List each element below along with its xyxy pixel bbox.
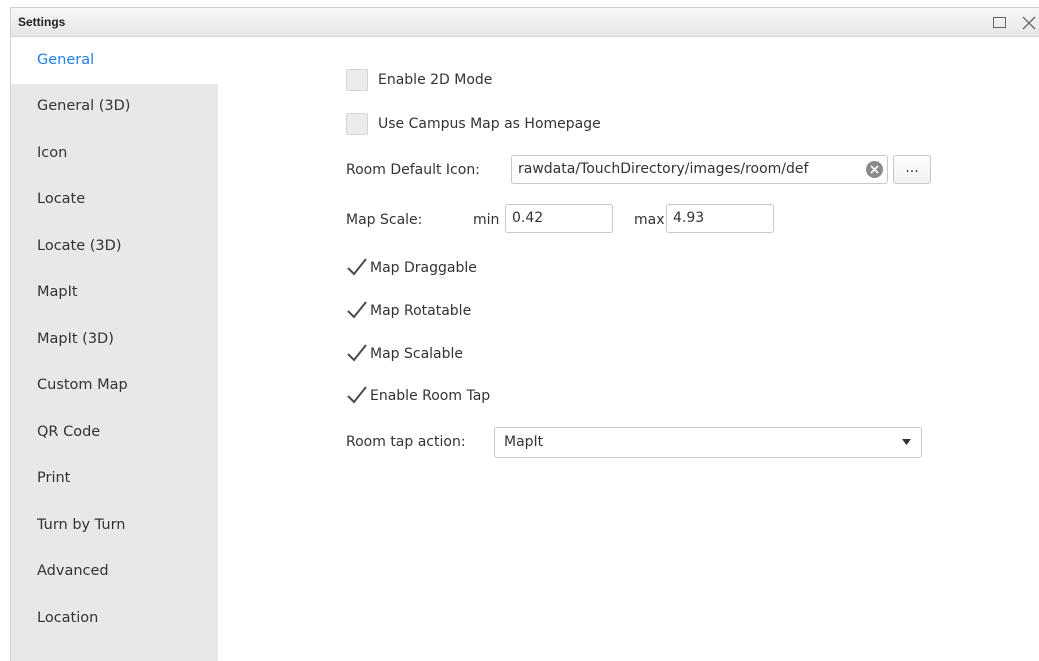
- sidebar-item-label: Location: [37, 610, 99, 626]
- room-default-icon-label: Room Default Icon:: [346, 162, 480, 178]
- use-campus-map-checkbox[interactable]: [346, 113, 368, 135]
- checkmark-icon: [347, 258, 367, 276]
- map-scale-min-input[interactable]: 0.42: [505, 204, 613, 233]
- sidebar-item-label: Icon: [37, 145, 68, 161]
- map-scalable-row: Map Scalable: [346, 342, 646, 372]
- map-draggable-checkbox[interactable]: [346, 256, 368, 278]
- map-scale-max-input[interactable]: 4.93: [666, 204, 774, 233]
- maximize-icon[interactable]: [991, 14, 1008, 30]
- map-scalable-label: Map Scalable: [370, 346, 464, 362]
- sidebar-item-label: General (3D): [37, 98, 131, 114]
- map-rotatable-row: Map Rotatable: [346, 299, 646, 329]
- map-rotatable-checkbox[interactable]: [346, 299, 368, 321]
- sidebar-item-label: General: [37, 52, 95, 68]
- enable-2d-mode-label: Enable 2D Mode: [378, 72, 493, 88]
- window-title: Settings: [18, 15, 66, 29]
- sidebar-item-locate[interactable]: Locate: [11, 177, 218, 223]
- room-tap-action-value: MapIt: [504, 434, 544, 450]
- sidebar-item-print[interactable]: Print: [11, 456, 218, 502]
- sidebar-item-label: Custom Map: [37, 377, 128, 393]
- settings-window: Settings General General (3D) Icon Locat…: [10, 7, 1039, 661]
- map-draggable-label: Map Draggable: [370, 260, 477, 276]
- sidebar-item-icon[interactable]: Icon: [11, 131, 218, 177]
- enable-room-tap-row: Enable Room Tap: [346, 384, 646, 414]
- sidebar-item-custom-map[interactable]: Custom Map: [11, 363, 218, 409]
- checkmark-icon: [347, 386, 367, 404]
- enable-2d-mode-checkbox[interactable]: [346, 69, 368, 91]
- enable-room-tap-checkbox[interactable]: [346, 384, 368, 406]
- use-campus-map-label: Use Campus Map as Homepage: [378, 116, 601, 132]
- room-tap-action-select[interactable]: MapIt: [494, 427, 922, 458]
- use-campus-map-row: Use Campus Map as Homepage: [346, 113, 746, 143]
- sidebar-item-advanced[interactable]: Advanced: [11, 549, 218, 595]
- map-scale-max-label: max: [634, 212, 665, 228]
- browse-button[interactable]: ...: [893, 155, 931, 184]
- sidebar-item-general-3d[interactable]: General (3D): [11, 84, 218, 130]
- sidebar-item-qr-code[interactable]: QR Code: [11, 410, 218, 456]
- sidebar-item-label: MapIt: [37, 284, 78, 300]
- sidebar-item-label: Advanced: [37, 563, 109, 579]
- close-icon[interactable]: [1020, 14, 1039, 30]
- room-default-icon-input[interactable]: rawdata/TouchDirectory/images/room/def: [511, 155, 888, 184]
- map-scale-label: Map Scale:: [346, 212, 423, 228]
- sidebar-item-label: Turn by Turn: [37, 517, 126, 533]
- settings-sidebar: General General (3D) Icon Locate Locate …: [11, 38, 218, 661]
- enable-room-tap-label: Enable Room Tap: [370, 388, 491, 404]
- checkmark-icon: [347, 301, 367, 319]
- checkmark-icon: [347, 344, 367, 362]
- dropdown-arrow-icon: [902, 439, 911, 445]
- sidebar-item-mapit-3d[interactable]: MapIt (3D): [11, 317, 218, 363]
- map-draggable-row: Map Draggable: [346, 256, 646, 286]
- title-bar[interactable]: Settings: [11, 8, 1039, 37]
- sidebar-item-general[interactable]: General: [11, 38, 218, 84]
- settings-content: Enable 2D Mode Use Campus Map as Homepag…: [218, 38, 1039, 661]
- sidebar-item-label: MapIt (3D): [37, 331, 114, 347]
- sidebar-item-label: Locate: [37, 191, 86, 207]
- enable-2d-mode-row: Enable 2D Mode: [346, 69, 746, 99]
- sidebar-item-locate-3d[interactable]: Locate (3D): [11, 224, 218, 270]
- map-scale-min-label: min: [473, 212, 500, 228]
- sidebar-item-label: QR Code: [37, 424, 101, 440]
- sidebar-item-location[interactable]: Location: [11, 596, 218, 642]
- map-scalable-checkbox[interactable]: [346, 342, 368, 364]
- sidebar-item-mapit[interactable]: MapIt: [11, 270, 218, 316]
- map-rotatable-label: Map Rotatable: [370, 303, 472, 319]
- sidebar-item-label: Print: [37, 470, 71, 486]
- room-tap-action-label: Room tap action:: [346, 434, 466, 450]
- sidebar-item-label: Locate (3D): [37, 238, 122, 254]
- clear-icon[interactable]: [866, 161, 883, 178]
- sidebar-item-turn-by-turn[interactable]: Turn by Turn: [11, 503, 218, 549]
